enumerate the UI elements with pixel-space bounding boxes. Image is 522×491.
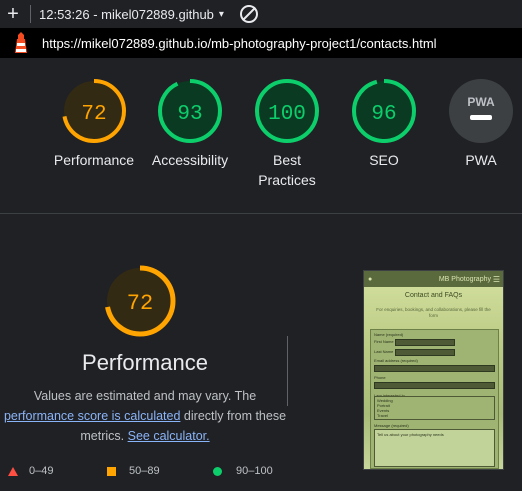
pwa-badge-icon: PWA: [449, 79, 513, 143]
score-gauge: 93: [158, 79, 222, 143]
gauge-score: 72: [81, 103, 106, 126]
gauge-label: SEO: [369, 152, 399, 168]
gauge-label: Best Practices: [258, 152, 316, 188]
hamburger-icon: ☰: [492, 274, 500, 284]
devtools-toolbar: + 12:53:26 - mikel072889.github ▾: [0, 0, 522, 28]
category-gauges: 72 Performance 93 Accessibility 100 Best…: [0, 58, 522, 213]
fail-triangle-icon: [8, 467, 18, 476]
lighthouse-icon: [12, 32, 30, 54]
thumb-heading: Contact and FAQs: [404, 292, 463, 299]
thumb-intro: For enquiries, bookings, and collaborati…: [376, 307, 491, 318]
performance-title: Performance: [82, 350, 208, 375]
performance-gauge: 72: [104, 265, 176, 337]
legend-pass: 90–100: [236, 465, 273, 477]
report-selector[interactable]: 12:53:26 - mikel072889.github: [39, 7, 214, 22]
gauge-seo[interactable]: 96 SEO: [336, 78, 432, 170]
gauge-score: 93: [177, 103, 202, 126]
score-calculation-link[interactable]: performance score is calculated: [4, 409, 180, 423]
camera-icon: ●: [368, 275, 373, 283]
average-square-icon: [107, 467, 116, 476]
toolbar-separator: [30, 5, 31, 23]
gauge-pwa[interactable]: PWA PWA: [433, 78, 522, 170]
gauge-label: PWA: [465, 152, 497, 168]
final-screenshot-thumbnail[interactable]: MB Photography ☰ ● Contact and FAQs For …: [363, 270, 504, 470]
column-divider: [287, 336, 288, 406]
score-gauge: 96: [352, 79, 416, 143]
audited-url[interactable]: https://mikel072889.github.io/mb-photogr…: [42, 36, 437, 51]
gauge-accessibility[interactable]: 93 Accessibility: [142, 78, 238, 170]
clear-reports-icon[interactable]: [239, 5, 258, 23]
svg-text:PWA: PWA: [467, 95, 495, 109]
gauge-label: Accessibility: [151, 152, 229, 168]
gauge-label: Performance: [53, 152, 135, 168]
thumb-interest-box: [374, 396, 495, 420]
pass-circle-icon: [213, 467, 222, 476]
thumb-email-input: [374, 365, 495, 372]
gauge-performance[interactable]: 72 Performance: [46, 78, 142, 170]
legend-fail: 0–49: [29, 465, 54, 477]
chevron-down-icon[interactable]: ▾: [219, 9, 224, 20]
see-calculator-link[interactable]: See calculator.: [128, 429, 210, 443]
legend-average: 50–89: [129, 465, 160, 477]
url-bar: https://mikel072889.github.io/mb-photogr…: [0, 28, 522, 58]
thumb-contact-form: Name (required) First Name Last Name Ema…: [370, 329, 499, 469]
thumb-phone-input: [374, 382, 495, 389]
score-legend: 0–49 50–89 90–100: [0, 463, 290, 481]
score-gauge: 72: [62, 79, 126, 143]
gauge-score: 100: [268, 103, 306, 126]
thumb-first-name-input: [395, 339, 455, 346]
gauge-best-practices[interactable]: 100 Best Practices: [239, 78, 335, 190]
thumb-last-name-input: [395, 349, 455, 356]
score-gauge: 100: [255, 79, 319, 143]
thumb-message-input: Tell us about your photography needs: [374, 429, 495, 467]
new-report-button[interactable]: +: [0, 0, 26, 28]
thumb-navbar: MB Photography ☰ ●: [364, 271, 503, 287]
performance-summary: 72 Performance Values are estimated and …: [0, 214, 290, 491]
performance-score: 72: [127, 291, 153, 316]
gauge-score: 96: [371, 103, 396, 126]
performance-description: Values are estimated and may vary. The p…: [3, 389, 287, 443]
